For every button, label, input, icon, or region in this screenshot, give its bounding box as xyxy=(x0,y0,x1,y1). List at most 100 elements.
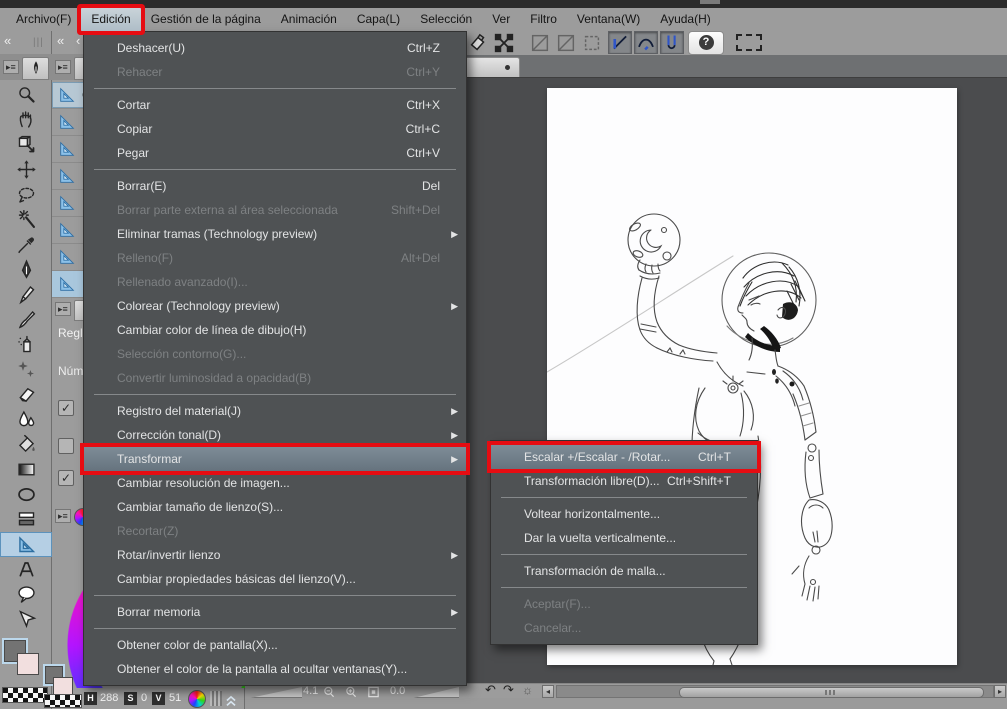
correctline-icon xyxy=(18,610,36,629)
scrollbar-thumb[interactable] xyxy=(679,687,984,698)
transparent-color-swatch[interactable] xyxy=(2,687,48,703)
pen-tool[interactable] xyxy=(0,257,52,282)
pencil-tool[interactable] xyxy=(0,282,52,307)
menu-separator xyxy=(94,394,456,395)
wand-tool[interactable] xyxy=(0,207,52,232)
panel-grip-icon[interactable]: ||| xyxy=(33,37,44,48)
snap-to-ruler-button[interactable] xyxy=(608,31,632,54)
hand-icon xyxy=(19,111,32,128)
color-panel-transparent-swatch[interactable] xyxy=(44,694,82,708)
collapse-small-icon[interactable]: ‹ xyxy=(76,33,80,48)
menubar-item-filtro[interactable]: Filtro xyxy=(520,8,567,31)
checkbox-checked[interactable]: ✓ xyxy=(58,470,74,486)
snap-to-grid-button[interactable] xyxy=(660,31,684,54)
balloon-tool[interactable] xyxy=(0,582,52,607)
menu-item-cambiar-propiedades-b-sicas-del-lienzo-v[interactable]: Cambiar propiedades básicas del lienzo(V… xyxy=(84,567,466,591)
menu-item-eliminar-tramas-technology-preview[interactable]: Eliminar tramas (Technology preview) ▶ xyxy=(84,222,466,246)
fit-to-screen-icon[interactable] xyxy=(366,685,381,699)
menu-item-obtener-color-de-pantalla-x[interactable]: Obtener color de pantalla(X)... xyxy=(84,633,466,657)
hand-tool[interactable] xyxy=(0,107,52,132)
brush-tool[interactable] xyxy=(0,307,52,332)
frame-tool[interactable] xyxy=(0,507,52,532)
menu-item-transformaci-n-libre-d[interactable]: Transformación libre(D)... Ctrl+Shift+T xyxy=(491,469,757,493)
menu-item-registro-del-material-j[interactable]: Registro del material(J) ▶ xyxy=(84,399,466,423)
menubar-item-ayuda-h[interactable]: Ayuda(H) xyxy=(650,8,720,31)
color-wheel-button[interactable] xyxy=(188,690,206,708)
transform-handles-icon[interactable] xyxy=(493,32,515,54)
property-menu-icon[interactable]: ▸≡ xyxy=(55,302,71,316)
zoom-slider[interactable] xyxy=(250,687,302,698)
register-material-icon[interactable] xyxy=(467,32,489,54)
collapse-panel2-icon[interactable]: « xyxy=(57,33,64,48)
menu-item-obtener-el-color-de-la-pantalla-al-ocultar-ventanas-y[interactable]: Obtener el color de la pantalla al ocult… xyxy=(84,657,466,681)
rotation-slider[interactable] xyxy=(413,687,459,698)
menu-item-label: Escalar +/Escalar - /Rotar... xyxy=(524,450,671,464)
help-button[interactable]: ? xyxy=(688,31,724,55)
ruler-subtool-icon xyxy=(60,141,75,156)
menu-item-escalar-escalar-rotar[interactable]: Escalar +/Escalar - /Rotar... Ctrl+T xyxy=(491,445,757,469)
snap-to-special-ruler-button[interactable] xyxy=(634,31,658,54)
zoom-tool[interactable] xyxy=(0,82,52,107)
scroll-right-button[interactable]: ▸ xyxy=(994,685,1006,698)
ruler-subtool-icon xyxy=(60,114,75,129)
move-tool[interactable] xyxy=(0,157,52,182)
text-tool[interactable] xyxy=(0,557,52,582)
menubar-item-edici-n[interactable]: Edición xyxy=(81,8,141,31)
menu-item-borrar-e[interactable]: Borrar(E) Del xyxy=(84,174,466,198)
panel-splitter[interactable] xyxy=(210,691,222,706)
subtool-menu-icon[interactable]: ▸≡ xyxy=(55,60,71,74)
selection-tool[interactable] xyxy=(0,182,52,207)
blend-tool[interactable] xyxy=(0,407,52,432)
menubar-item-selecci-n[interactable]: Selección xyxy=(410,8,482,31)
decoration-tool[interactable] xyxy=(0,357,52,382)
menubar-item-archivo-f[interactable]: Archivo(F) xyxy=(6,8,81,31)
eyedropper-tool[interactable] xyxy=(0,232,52,257)
tool-palette-tab[interactable] xyxy=(22,57,49,80)
menu-item-cambiar-resoluci-n-de-imagen[interactable]: Cambiar resolución de imagen... xyxy=(84,471,466,495)
menu-item-cortar[interactable]: Cortar Ctrl+X xyxy=(84,93,466,117)
scroll-left-button[interactable]: ◂ xyxy=(542,685,554,698)
fill-tool[interactable] xyxy=(0,432,52,457)
reset-view-icon[interactable]: ☼ xyxy=(522,683,533,697)
checkbox-unchecked[interactable] xyxy=(58,438,74,454)
horizontal-scrollbar[interactable] xyxy=(556,685,994,698)
collapse-panel-icon[interactable]: « xyxy=(4,33,11,48)
zoom-in-icon[interactable] xyxy=(344,685,359,699)
expand-panel-chevron-icon[interactable] xyxy=(224,694,238,707)
rotate-cw-icon[interactable]: ↷ xyxy=(503,682,514,698)
hue-badge: H xyxy=(84,692,97,705)
menu-item-borrar-memoria[interactable]: Borrar memoria ▶ xyxy=(84,600,466,624)
menubar-item-animaci-n[interactable]: Animación xyxy=(271,8,347,31)
panel-menu-icon[interactable]: ▸≡ xyxy=(3,60,19,74)
rotate-ccw-icon[interactable]: ↶ xyxy=(485,682,496,698)
correctline-tool[interactable] xyxy=(0,607,52,632)
ruler-tool[interactable] xyxy=(0,532,52,557)
menubar-item-ver[interactable]: Ver xyxy=(482,8,520,31)
figure-tool[interactable] xyxy=(0,482,52,507)
menu-item-cambiar-color-de-l-nea-de-dibujo-h[interactable]: Cambiar color de línea de dibujo(H) xyxy=(84,318,466,342)
menu-item-transformaci-n-de-malla[interactable]: Transformación de malla... xyxy=(491,559,757,583)
menu-item-transformar[interactable]: Transformar ▶ xyxy=(84,447,466,471)
menubar-item-ventana-w[interactable]: Ventana(W) xyxy=(567,8,650,31)
ruler-subtool-icon xyxy=(60,87,75,102)
sub-color-swatch[interactable] xyxy=(17,653,39,675)
menu-item-cambiar-tama-o-de-lienzo-s[interactable]: Cambiar tamaño de lienzo(S)... xyxy=(84,495,466,519)
menu-item-correcci-n-tonal-d[interactable]: Corrección tonal(D) ▶ xyxy=(84,423,466,447)
airbrush-tool[interactable] xyxy=(0,332,52,357)
zoom-out-icon[interactable] xyxy=(322,685,337,699)
move-icon xyxy=(16,160,36,179)
menu-item-shortcut: Ctrl+V xyxy=(406,146,440,160)
eraser-tool[interactable] xyxy=(0,382,52,407)
menu-item-rotar-invertir-lienzo[interactable]: Rotar/invertir lienzo ▶ xyxy=(84,543,466,567)
menu-item-voltear-horizontalmente[interactable]: Voltear horizontalmente... xyxy=(491,502,757,526)
menu-item-dar-la-vuelta-verticalmente[interactable]: Dar la vuelta verticalmente... xyxy=(491,526,757,550)
menu-item-pegar[interactable]: Pegar Ctrl+V xyxy=(84,141,466,165)
operate-tool[interactable] xyxy=(0,132,52,157)
menubar-item-capa-l[interactable]: Capa(L) xyxy=(347,8,410,31)
menu-item-colorear-technology-preview[interactable]: Colorear (Technology preview) ▶ xyxy=(84,294,466,318)
menu-item-deshacer-u[interactable]: Deshacer(U) Ctrl+Z xyxy=(84,36,466,60)
checkbox-checked[interactable]: ✓ xyxy=(58,400,74,416)
gradient-tool[interactable] xyxy=(0,457,52,482)
menubar-item-gesti-n-de-la-p-gina[interactable]: Gestión de la página xyxy=(141,8,271,31)
menu-item-copiar[interactable]: Copiar Ctrl+C xyxy=(84,117,466,141)
